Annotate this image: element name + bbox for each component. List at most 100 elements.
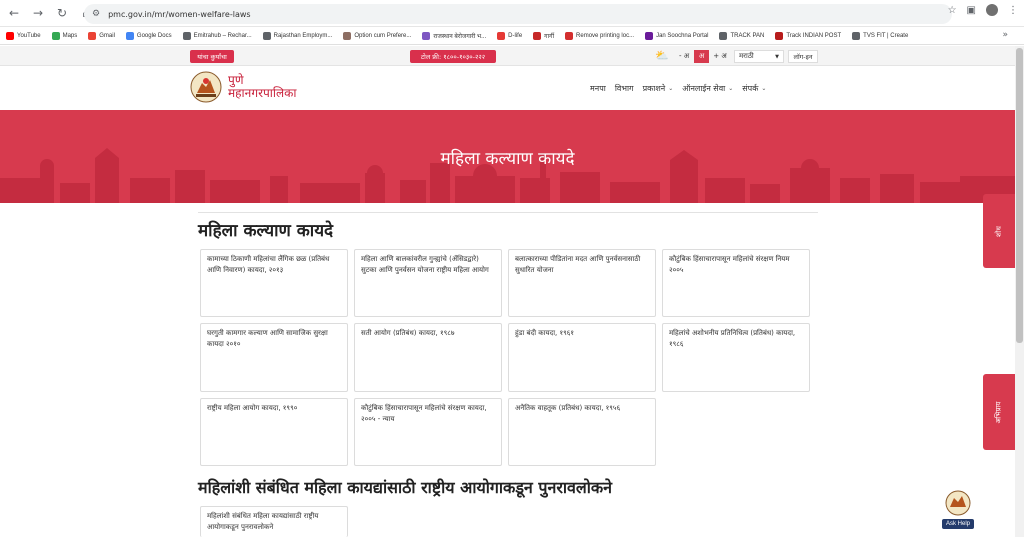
nav-item-online-services[interactable]: ऑनलाईन सेवा ⌄ xyxy=(682,83,733,94)
font-normal-button[interactable]: अ xyxy=(694,50,709,63)
pmc-logo[interactable] xyxy=(190,71,222,103)
bookmark-item[interactable]: TRACK PAN xyxy=(719,31,765,40)
review-card[interactable]: महिलांशी संबंधित महिला कायद्यांसाठी राष्… xyxy=(200,506,348,537)
nav-label: विभाग xyxy=(614,84,634,93)
section-heading-women-welfare-laws: महिला कल्याण कायदे xyxy=(198,221,334,241)
bookmark-label: Track INDIAN POST xyxy=(786,32,842,39)
law-card[interactable]: सती आयोग (प्रतिबंध) कायदा, १९८७ xyxy=(354,323,502,392)
bookmark-label: D-life xyxy=(508,32,523,39)
login-button[interactable]: लॉग-इन xyxy=(788,50,818,63)
law-card[interactable]: कौटुंबिक हिंसाचारापासून महिलांचे संरक्षण… xyxy=(354,398,502,466)
favicon-icon xyxy=(852,31,861,40)
browser-toolbar: ← → ↻ ⌂ ⚙ pmc.gov.in/mr/women-welfare-la… xyxy=(0,0,1024,27)
bookmark-label: राजस्थान बेरोजगारी भ... xyxy=(433,33,487,40)
favicon-icon xyxy=(645,31,654,40)
law-card[interactable]: राष्ट्रीय महिला आयोग कायदा, १९९० xyxy=(200,398,348,466)
nav-label: मनपा xyxy=(590,84,606,93)
scrollbar-thumb[interactable] xyxy=(1016,48,1023,343)
favicon-icon xyxy=(88,31,97,40)
menu-icon[interactable]: ⋮ xyxy=(1008,5,1018,16)
nav-label: ऑनलाईन सेवा xyxy=(682,84,726,93)
chevron-down-icon: ⌄ xyxy=(728,85,734,92)
back-icon[interactable]: ← xyxy=(4,3,24,23)
bookmark-item[interactable]: Maps xyxy=(51,31,78,40)
bookmark-label: TRACK PAN xyxy=(730,32,765,39)
law-card[interactable]: बलात्काराच्या पीडितांना मदत आणि पुनर्वसन… xyxy=(508,249,656,317)
chevron-down-icon: ▼ xyxy=(775,53,779,60)
nav-item-manapa[interactable]: मनपा xyxy=(590,83,606,94)
bookmark-item[interactable]: Gmail xyxy=(88,31,115,40)
favicon-icon xyxy=(182,31,191,40)
more-bookmarks-icon[interactable]: » xyxy=(1002,30,1008,40)
top-badge[interactable]: यांचा कुर्यांचा xyxy=(190,50,234,63)
bookmark-label: Emitrahub – Rechar... xyxy=(193,32,252,39)
forward-icon[interactable]: → xyxy=(28,3,48,23)
url-text: pmc.gov.in/mr/women-welfare-laws xyxy=(108,9,251,19)
favicon-icon xyxy=(719,31,728,40)
profile-avatar[interactable] xyxy=(986,4,998,16)
nav-item-vibhag[interactable]: विभाग xyxy=(615,83,634,94)
law-card[interactable]: महिलांचे अशोभनीय प्रतिनिधित्व (प्रतिबंध)… xyxy=(662,323,810,392)
law-card[interactable]: कामाच्या ठिकाणी महिलांचा लैंगिक छळ (प्रत… xyxy=(200,249,348,317)
bookmark-label: Maps xyxy=(62,32,78,39)
extensions-icon[interactable]: ▣ xyxy=(967,5,976,16)
bookmark-star-icon[interactable]: ☆ xyxy=(948,5,957,16)
bookmark-label: गार्गी xyxy=(544,33,555,40)
font-decrease-button[interactable]: - अ xyxy=(675,50,693,63)
bookmark-label: Gmail xyxy=(99,32,115,39)
bookmark-item[interactable]: D-life xyxy=(497,31,523,40)
reload-icon[interactable]: ↻ xyxy=(52,3,72,23)
favicon-icon xyxy=(6,31,14,40)
bookmark-item[interactable]: Option cum Prefere... xyxy=(343,31,412,40)
utility-bar: यांचा कुर्यांचा टोल फ्री: १८००-१०३०-२२२ … xyxy=(0,46,1015,66)
bookmark-item[interactable]: Jan Soochna Portal xyxy=(645,31,708,40)
bookmark-label: Rajasthan Employm... xyxy=(273,32,333,39)
nav-item-contact[interactable]: संपर्क ⌄ xyxy=(742,83,766,94)
favicon-icon xyxy=(533,31,542,40)
side-tab-label: शोध xyxy=(994,225,1003,237)
chevron-down-icon: ⌄ xyxy=(668,85,674,92)
favicon-icon xyxy=(51,31,60,40)
bookmark-item[interactable]: Track INDIAN POST xyxy=(775,31,842,40)
nav-label: संपर्क xyxy=(742,84,759,93)
bookmark-item[interactable]: Emitrahub – Rechar... xyxy=(182,31,252,40)
favicon-icon xyxy=(125,31,134,40)
bookmark-item[interactable]: YouTube xyxy=(6,31,41,40)
toll-free-badge: टोल फ्री: १८००-१०३०-२२२ xyxy=(410,50,496,63)
bookmark-label: Option cum Prefere... xyxy=(354,32,412,39)
feedback-side-tab[interactable]: अभिप्राय xyxy=(983,374,1015,450)
bookmark-item[interactable]: गार्गी xyxy=(533,31,555,40)
favicon-icon xyxy=(262,31,271,40)
favicon-icon xyxy=(343,31,352,40)
section-heading-commission-reviews: महिलांशी संबंधित महिला कायद्यांसाठी राष्… xyxy=(198,478,613,497)
font-increase-button[interactable]: + अ xyxy=(711,50,729,63)
main-nav: मनपा विभाग प्रकाशने ⌄ ऑनलाईन सेवा ⌄ संपर्क… xyxy=(590,83,775,94)
favicon-icon xyxy=(775,31,784,40)
favicon-icon xyxy=(422,31,431,40)
nav-item-publications[interactable]: प्रकाशने ⌄ xyxy=(643,83,674,94)
bookmark-label: YouTube xyxy=(17,32,41,39)
page-banner: महिला कल्याण कायदे xyxy=(0,110,1015,203)
bookmark-item[interactable]: Rajasthan Employm... xyxy=(262,31,333,40)
law-card[interactable]: अनैतिक वाहतूक (प्रतिबंध) कायदा, १९५६ xyxy=(508,398,656,466)
language-select[interactable]: मराठी ▼ xyxy=(734,50,784,63)
bookmark-item[interactable]: TVS FIT | Create xyxy=(852,31,908,40)
brand-line-2: महानगरपालिका xyxy=(228,86,297,100)
bookmark-item[interactable]: Remove printing loc... xyxy=(565,31,634,40)
law-card[interactable]: घरगुती कामगार कल्याण आणि सामाजिक सुरक्षा… xyxy=(200,323,348,392)
law-card[interactable]: कौटुंबिक हिंसाचारापासून महिलांचे संरक्षण… xyxy=(662,249,810,317)
search-side-tab[interactable]: शोध xyxy=(983,194,1015,268)
address-bar[interactable]: ⚙ pmc.gov.in/mr/women-welfare-laws xyxy=(84,4,952,24)
banner-title: महिला कल्याण कायदे xyxy=(440,149,575,169)
law-card[interactable]: महिला आणि बालकांवरील गुन्ह्यांचे (ॲसिडद्… xyxy=(354,249,502,317)
bookmark-label: Google Docs xyxy=(136,32,172,39)
bookmark-item[interactable]: राजस्थान बेरोजगारी भ... xyxy=(422,31,487,40)
favicon-icon xyxy=(497,31,506,40)
brand-name[interactable]: पुणे महानगरपालिका xyxy=(228,74,296,100)
language-value: मराठी xyxy=(739,52,754,60)
ask-help-button[interactable]: Ask Help xyxy=(942,519,974,529)
law-card[interactable]: हुंडा बंदी कायदा, १९६१ xyxy=(508,323,656,392)
bookmark-item[interactable]: Google Docs xyxy=(125,31,172,40)
site-info-icon[interactable]: ⚙ xyxy=(92,9,100,19)
chevron-down-icon: ⌄ xyxy=(761,85,767,92)
